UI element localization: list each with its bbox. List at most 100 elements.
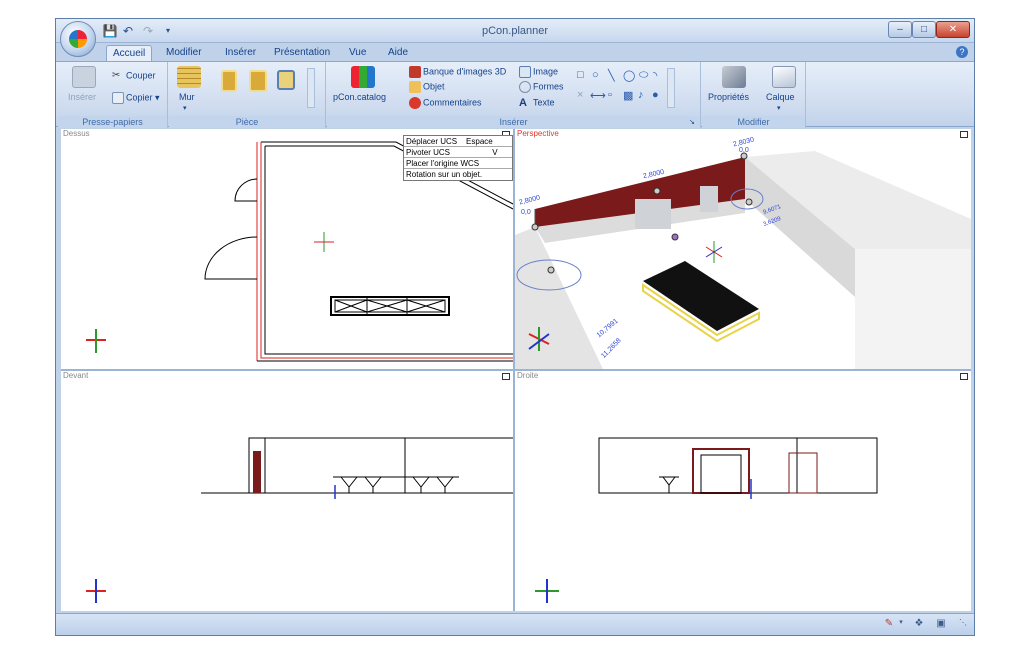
save-icon[interactable]: 💾	[102, 23, 118, 39]
dimension-label: 0,0	[739, 147, 749, 154]
door-icon[interactable]	[221, 70, 237, 92]
screen-icon[interactable]: ▣	[934, 618, 948, 630]
image-bank-label: Banque d'images 3D	[423, 66, 507, 77]
brush-dropdown-icon[interactable]: ▾	[894, 618, 908, 630]
ribbon-tabs: Accueil Modifier Insérer Présentation Vu…	[56, 43, 974, 61]
group-label-insert: Insérer	[327, 116, 700, 128]
close-button[interactable]: ✕	[936, 21, 970, 38]
footsteps-icon[interactable]: ❖	[912, 618, 926, 630]
cross-icon[interactable]: ×	[577, 89, 583, 101]
perspective-drawing	[515, 151, 971, 369]
menu-item-rotate-on-object[interactable]: Rotation sur un objet.	[404, 169, 512, 180]
app-logo-icon	[69, 30, 87, 48]
maximize-button[interactable]: □	[912, 21, 936, 38]
image-button[interactable]: Image	[519, 66, 558, 78]
image-bank-button[interactable]: Banque d'images 3D	[409, 66, 506, 78]
redo-icon[interactable]: ↷	[140, 23, 156, 39]
wall-button[interactable]: Mur	[179, 92, 195, 103]
layer-dropdown-icon[interactable]: ▾	[777, 103, 781, 114]
tab-modifier[interactable]: Modifier	[160, 45, 208, 61]
room-gallery-scroller[interactable]	[307, 68, 315, 108]
image-icon	[519, 66, 531, 78]
tab-inserer[interactable]: Insérer	[219, 45, 262, 61]
shapes-icon	[519, 81, 531, 93]
menu-item-place-wcs-origin[interactable]: Placer l'origine WCS	[404, 158, 512, 169]
double-door-icon[interactable]	[249, 70, 267, 92]
image-label: Image	[533, 66, 559, 77]
tab-accueil[interactable]: Accueil	[106, 45, 153, 61]
group-modify: Propriétés Calque ▾ Modifier	[702, 62, 806, 128]
viewport-perspective[interactable]: Perspective 2,8030 0,0 2,8000 2,8000 0,0…	[515, 129, 971, 369]
tab-aide[interactable]: Aide	[382, 45, 414, 61]
dimension-label: 0,0	[521, 209, 531, 216]
light-icon[interactable]: ♪	[638, 89, 644, 101]
resize-grip-icon[interactable]: ⋱	[956, 618, 970, 630]
copy-button[interactable]: Copier ▾	[112, 92, 160, 104]
sphere-icon[interactable]: ●	[652, 89, 659, 101]
viewport-label-perspective: Perspective	[517, 129, 559, 138]
callout-icon[interactable]: ▫	[608, 89, 612, 101]
menu-item-label: Pivoter UCS	[406, 148, 451, 157]
ellipse-icon[interactable]: ◯	[623, 69, 635, 82]
ribbon: Insérer ✂ Couper Copier ▾ Presse-papiers …	[56, 61, 974, 128]
rectangle-icon[interactable]: □	[577, 69, 584, 81]
cut-label: Couper	[126, 70, 156, 81]
right-view-drawing	[535, 437, 878, 603]
group-clipboard: Insérer ✂ Couper Copier ▾ Presse-papiers	[58, 62, 168, 128]
image-bank-icon	[409, 66, 421, 78]
properties-button[interactable]: Propriétés	[708, 92, 749, 103]
text-button[interactable]: A Texte	[519, 97, 555, 109]
viewport-front[interactable]: Devant	[61, 371, 513, 611]
shapes-gallery-scroller[interactable]	[667, 68, 675, 108]
shapes-button[interactable]: Formes	[519, 81, 564, 93]
tab-vue[interactable]: Vue	[343, 45, 372, 61]
layer-icon	[772, 66, 796, 88]
help-icon[interactable]: ?	[956, 46, 968, 58]
undo-icon[interactable]: ↶	[120, 23, 136, 39]
menu-item-shortcut: V	[492, 148, 498, 157]
group-label-room: Pièce	[169, 116, 325, 128]
rounded-rect-icon[interactable]: ⬭	[639, 69, 648, 82]
app-window: pCon.planner 💾 ↶ ↷ ▾ – □ ✕ Accueil Modif…	[55, 18, 975, 636]
circle-icon[interactable]: ○	[592, 69, 599, 81]
group-insert: pCon.catalog Banque d'images 3D Objet Co…	[327, 62, 701, 128]
viewport-grid: Dessus Perspective 2,8030 0,0 2,8000 2,8…	[61, 129, 971, 611]
application-menu-button[interactable]	[60, 21, 96, 57]
object-button[interactable]: Objet	[409, 81, 445, 93]
text-icon: A	[519, 97, 527, 109]
title-bar: pCon.planner 💾 ↶ ↷ ▾ – □ ✕	[56, 19, 974, 43]
paste-icon	[72, 66, 96, 88]
cube-icon[interactable]: ▩	[623, 89, 633, 102]
menu-item-label: Placer l'origine WCS	[406, 159, 480, 168]
text-label: Texte	[533, 97, 555, 108]
group-room: Mur ▾ Pièce	[169, 62, 326, 128]
wall-icon	[177, 66, 201, 88]
cut-button[interactable]: ✂ Couper	[112, 70, 156, 82]
properties-icon	[722, 66, 746, 88]
menu-item-move-ucs[interactable]: Déplacer UCS Espace	[404, 136, 512, 147]
arc-icon[interactable]: ◝	[653, 69, 657, 82]
front-view-drawing	[86, 437, 513, 603]
line-icon[interactable]: ╲	[608, 69, 615, 82]
viewport-right[interactable]: Droite	[515, 371, 971, 611]
shapes-label: Formes	[533, 81, 564, 92]
group-label-clipboard: Presse-papiers	[58, 116, 167, 128]
maximize-viewport-icon[interactable]	[960, 131, 968, 138]
comments-label: Commentaires	[423, 97, 482, 108]
layer-button[interactable]: Calque	[766, 92, 795, 103]
wall-dropdown-icon[interactable]: ▾	[183, 103, 187, 114]
group-label-modify: Modifier	[702, 116, 805, 128]
comments-button[interactable]: Commentaires	[409, 97, 482, 109]
paste-button[interactable]: Insérer	[68, 92, 96, 103]
tab-presentation[interactable]: Présentation	[268, 45, 336, 61]
scissors-icon: ✂	[112, 70, 121, 81]
catalog-button[interactable]: pCon.catalog	[333, 92, 386, 103]
dimension-icon[interactable]: ⟷	[590, 89, 606, 102]
catalog-icon	[351, 66, 375, 88]
window-element-icon[interactable]	[277, 70, 295, 90]
minimize-button[interactable]: –	[888, 21, 912, 38]
customize-qat-icon[interactable]: ▾	[160, 23, 176, 39]
dialog-launcher-icon[interactable]: ↘	[689, 117, 695, 128]
menu-item-rotate-ucs[interactable]: Pivoter UCS V	[404, 147, 512, 158]
status-bar: ✎ ▾ ❖ ▣ ⋱	[56, 613, 974, 635]
